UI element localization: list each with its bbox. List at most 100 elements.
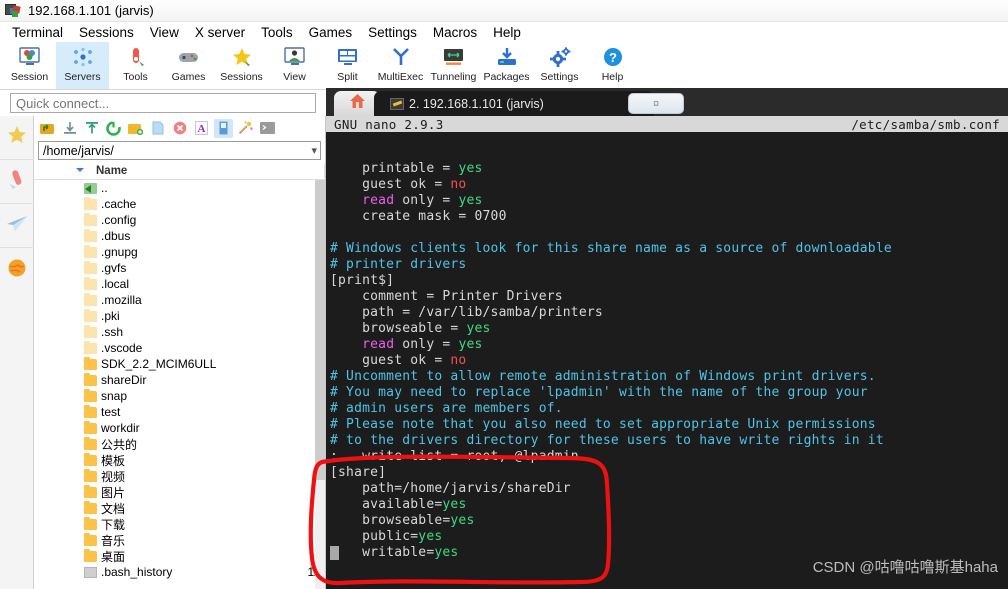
ribbon-session-button[interactable]: Session	[3, 42, 56, 89]
ribbon-servers-button[interactable]: Servers	[56, 42, 109, 89]
upload-icon[interactable]	[82, 119, 101, 138]
list-item[interactable]: .mozilla	[34, 292, 325, 308]
folder-icon	[84, 484, 97, 498]
menu-view[interactable]: View	[142, 24, 187, 41]
menu-tools[interactable]: Tools	[253, 24, 301, 41]
list-item[interactable]: 视频	[34, 468, 325, 484]
menu-bar: Terminal Sessions View X server Tools Ga…	[0, 22, 1008, 42]
list-item[interactable]: snap	[34, 388, 325, 404]
sftp-scrollbar-track[interactable]	[315, 180, 325, 589]
list-item[interactable]: test	[34, 404, 325, 420]
menu-settings[interactable]: Settings	[360, 24, 425, 41]
terminal-span: browseable=	[362, 513, 451, 528]
menu-x-server[interactable]: X server	[187, 24, 253, 41]
menu-terminal[interactable]: Terminal	[4, 24, 71, 41]
terminal-view[interactable]: GNU nano 2.9.3 /etc/samba/smb.conf print…	[326, 116, 1008, 589]
ribbon-sessions-button[interactable]: Sessions	[215, 42, 268, 89]
list-item[interactable]: .vscode	[34, 340, 325, 356]
ribbon-games-button[interactable]: Games	[162, 42, 215, 89]
download-icon[interactable]	[60, 119, 79, 138]
menu-sessions[interactable]: Sessions	[71, 24, 142, 41]
list-item[interactable]: 模板	[34, 452, 325, 468]
list-item[interactable]: .gvfs	[34, 260, 325, 276]
folder-icon	[84, 308, 97, 322]
list-item[interactable]: .ssh	[34, 324, 325, 340]
list-item[interactable]: SDK_2.2_MCIM6ULL	[34, 356, 325, 372]
menu-macros[interactable]: Macros	[425, 24, 485, 41]
properties-icon[interactable]	[214, 118, 233, 138]
sftp-file-list[interactable]: .. .cache .config .dbus .gnupg .gvfs .local .mo…	[34, 180, 325, 589]
parent-folder-icon[interactable]	[38, 119, 57, 138]
ribbon-settings-button[interactable]: Settings	[533, 42, 586, 89]
menu-help[interactable]: Help	[485, 24, 529, 41]
folder-icon	[84, 372, 97, 386]
list-item[interactable]: shareDir	[34, 372, 325, 388]
menu-games[interactable]: Games	[301, 24, 361, 41]
folder-icon	[84, 404, 97, 418]
list-item[interactable]: .dbus	[34, 228, 325, 244]
list-item[interactable]: .local	[34, 276, 325, 292]
terminal-cursor	[330, 546, 339, 560]
packages-icon	[496, 45, 518, 69]
chevron-down-icon[interactable]: ▾	[311, 144, 317, 157]
delete-icon[interactable]	[170, 119, 189, 138]
mobaxterm-icon	[5, 3, 21, 19]
new-file-icon[interactable]	[148, 119, 167, 138]
list-item[interactable]: 公共的	[34, 436, 325, 452]
new-folder-icon[interactable]	[126, 119, 145, 138]
sidebar-bookmarks-button[interactable]	[0, 116, 34, 160]
ribbon-view-button[interactable]: View	[268, 42, 321, 89]
file-name: .gvfs	[101, 261, 127, 275]
sidebar-tools-button[interactable]	[0, 160, 34, 204]
list-item[interactable]: 图片	[34, 484, 325, 500]
file-name: .dbus	[101, 229, 131, 243]
list-item[interactable]: 下载	[34, 516, 325, 532]
folder-icon	[84, 516, 97, 530]
servers-icon	[72, 45, 94, 69]
list-item[interactable]: .pki	[34, 308, 325, 324]
terminal-line: # to the drivers directory for these use…	[326, 433, 1008, 449]
folder-icon	[84, 388, 97, 402]
list-item[interactable]: .bash_history 11	[34, 564, 325, 580]
ribbon-tools-button[interactable]: Tools	[109, 42, 162, 89]
sort-arrow-icon[interactable]	[76, 168, 84, 172]
terminal-span: no	[450, 177, 467, 192]
sftp-scrollbar-thumb[interactable]	[315, 180, 325, 480]
rename-text-icon[interactable]: A	[192, 119, 211, 138]
list-item[interactable]: 音乐	[34, 532, 325, 548]
left-icon-strip	[0, 116, 34, 589]
list-item[interactable]: 文档	[34, 500, 325, 516]
list-item[interactable]: .cache	[34, 196, 325, 212]
sftp-path-box[interactable]: /home/jarvis/ ▾	[38, 141, 321, 160]
ribbon-help-button[interactable]: ? Help	[586, 42, 639, 89]
column-header-name[interactable]: Name	[96, 165, 127, 177]
globe-macros-icon	[7, 258, 27, 283]
quick-connect-input[interactable]	[10, 93, 316, 113]
open-terminal-icon[interactable]	[258, 119, 277, 138]
list-item[interactable]: .config	[34, 212, 325, 228]
terminal-line: create mask = 0700	[326, 209, 1008, 225]
folder-icon	[84, 260, 97, 274]
folder-icon	[84, 420, 97, 434]
ribbon-session-label: Session	[10, 71, 49, 83]
list-item[interactable]: .gnupg	[34, 244, 325, 260]
folder-icon	[84, 196, 97, 210]
refresh-icon[interactable]	[104, 119, 123, 138]
new-tab-button[interactable]: ¤	[628, 93, 684, 114]
list-item[interactable]: workdir	[34, 420, 325, 436]
terminal-span: # Windows clients look for this share na…	[330, 241, 892, 256]
terminal-span: browseable =	[362, 321, 467, 336]
multiexec-icon	[390, 45, 412, 69]
list-item[interactable]: 桌面	[34, 548, 325, 564]
ribbon-tunneling-button[interactable]: Tunneling	[427, 42, 480, 89]
magic-wand-icon[interactable]	[236, 119, 255, 138]
sidebar-sftp-button[interactable]	[0, 204, 34, 248]
ribbon-packages-button[interactable]: Packages	[480, 42, 533, 89]
terminal-tab-active[interactable]: 2. 192.168.1.101 (jarvis) ×	[374, 91, 654, 116]
file-name: .local	[101, 277, 130, 291]
ribbon-split-button[interactable]: Split	[321, 42, 374, 89]
swiss-knife-tools-icon	[6, 168, 28, 195]
ribbon-multiexec-button[interactable]: MultiExec	[374, 42, 427, 89]
sidebar-macros-button[interactable]	[0, 248, 34, 292]
list-item[interactable]: ..	[34, 180, 325, 196]
